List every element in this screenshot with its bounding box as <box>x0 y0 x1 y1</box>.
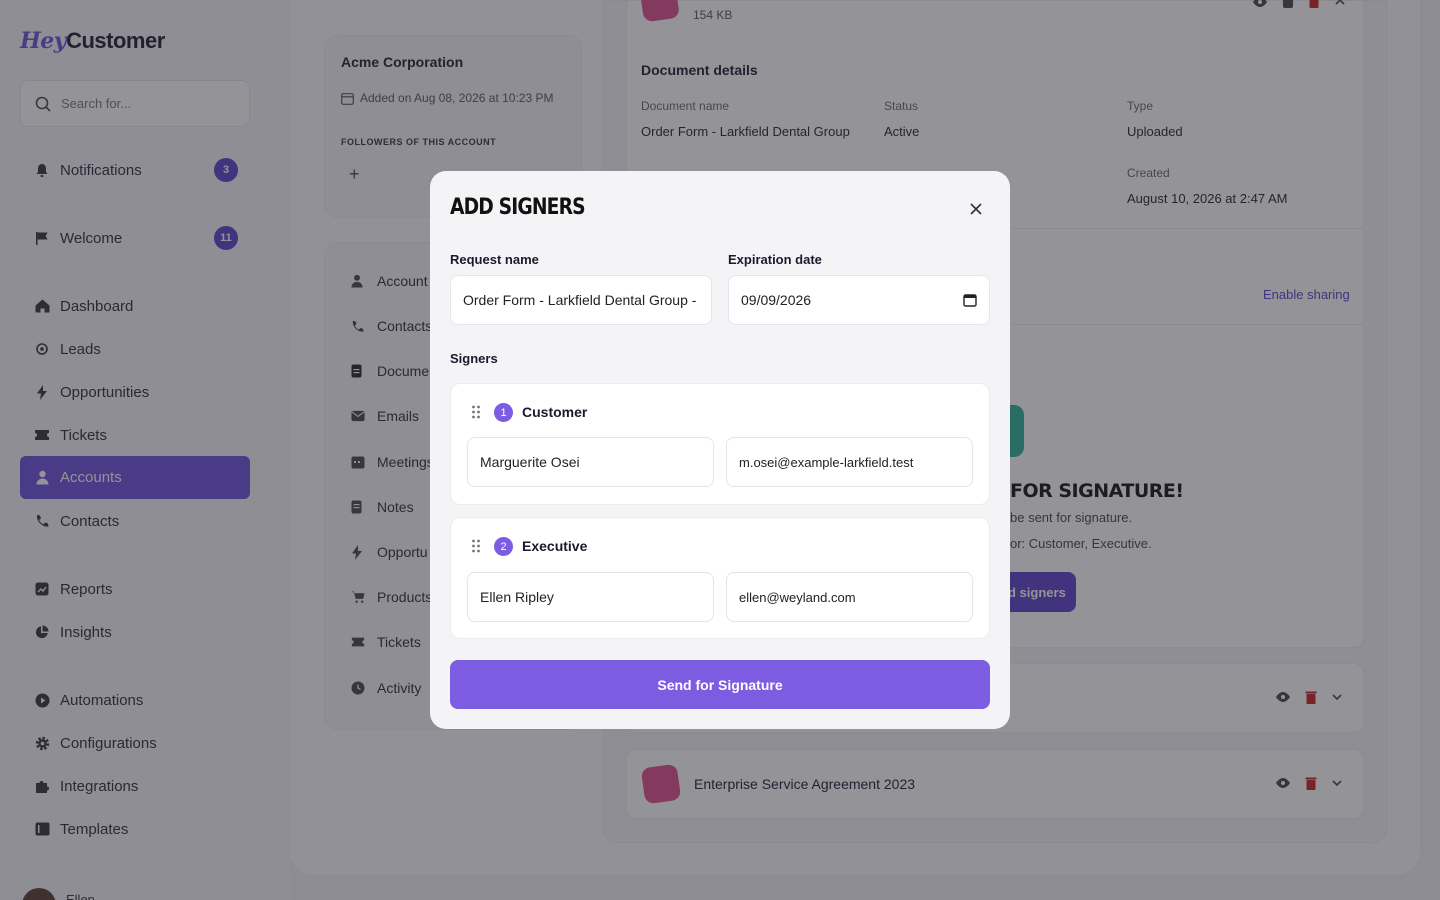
close-button[interactable] <box>966 199 986 219</box>
signer-card: 1 Customer <box>450 383 990 505</box>
modal-title: Add Signers <box>450 195 586 220</box>
expiration-date-field[interactable] <box>728 275 990 325</box>
signer-order-badge: 1 <box>494 403 513 422</box>
signer-name-field[interactable] <box>467 437 714 487</box>
request-name-field[interactable] <box>450 275 712 325</box>
signer-name-input[interactable] <box>480 589 701 605</box>
signer-role: Customer <box>522 404 588 420</box>
signer-name-input[interactable] <box>480 454 701 470</box>
signer-email-field[interactable] <box>726 437 973 487</box>
expiration-date-label: Expiration date <box>728 252 822 267</box>
close-icon <box>970 203 982 215</box>
drag-handle-icon[interactable] <box>471 539 481 553</box>
drag-handle-icon[interactable] <box>471 405 481 419</box>
signer-email-input[interactable] <box>739 454 960 470</box>
signers-label: Signers <box>450 351 498 366</box>
signer-email-input[interactable] <box>739 589 960 605</box>
signer-order-badge: 2 <box>494 537 513 556</box>
request-name-input[interactable] <box>463 292 699 308</box>
signer-name-field[interactable] <box>467 572 714 622</box>
expiration-date-input[interactable] <box>741 292 941 308</box>
send-for-signature-button[interactable]: Send for Signature <box>450 660 990 709</box>
signer-card: 2 Executive <box>450 517 990 639</box>
signer-role: Executive <box>522 538 588 554</box>
request-name-label: Request name <box>450 252 539 267</box>
add-signers-modal: Add Signers Request name Expiration date… <box>430 171 1010 729</box>
calendar-icon[interactable] <box>963 293 977 307</box>
signer-email-field[interactable] <box>726 572 973 622</box>
